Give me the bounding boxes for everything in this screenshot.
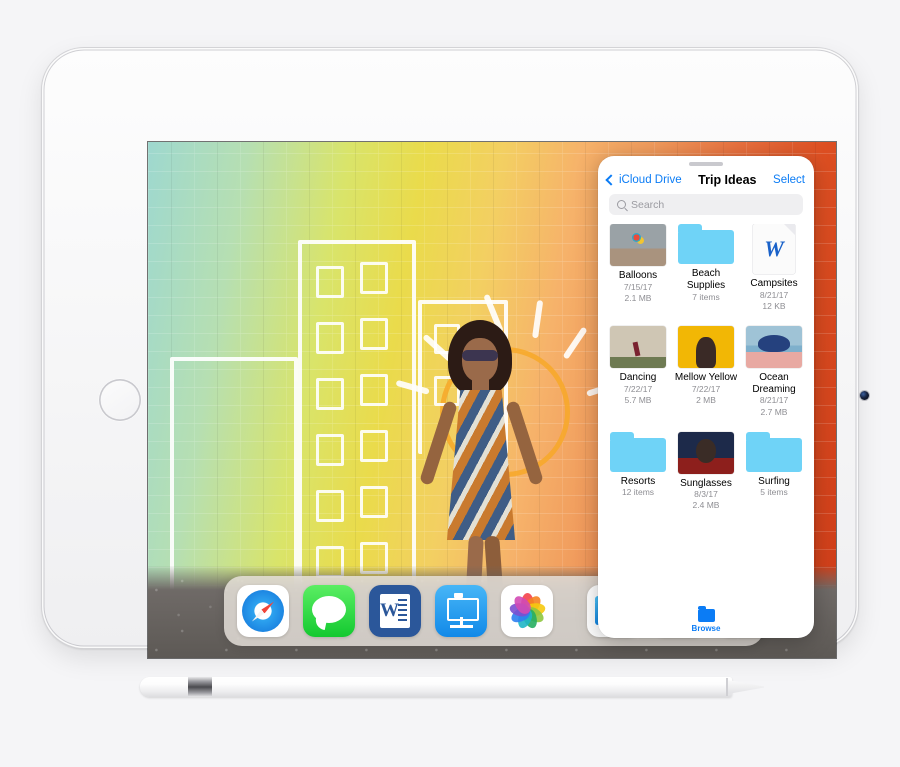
file-item-name: Ocean Dreaming xyxy=(752,371,796,395)
pencil-tip-seam xyxy=(726,678,728,696)
file-item[interactable]: W Campsites 8/21/17 12 KB xyxy=(742,224,806,312)
word-document-icon: W xyxy=(753,224,795,274)
file-item-date: 7/15/17 xyxy=(623,281,653,292)
file-item[interactable]: Mellow Yellow 7/22/17 2 MB xyxy=(674,325,738,418)
pencil-tip xyxy=(728,680,764,694)
file-item-name: Resorts xyxy=(620,475,656,487)
safari-icon xyxy=(242,590,284,632)
file-item-size: 5.7 MB xyxy=(624,394,652,405)
file-item-date: 7/22/17 xyxy=(623,383,653,394)
pencil-silver-band xyxy=(188,677,212,697)
file-item[interactable]: Resorts 12 items xyxy=(606,431,670,512)
file-item-date: 8/21/17 xyxy=(759,289,789,300)
back-button-label: iCloud Drive xyxy=(619,174,682,186)
file-item-size: 2.1 MB xyxy=(624,292,652,303)
tab-browse[interactable]: Browse xyxy=(691,606,721,633)
file-item-count: 7 items xyxy=(692,291,720,302)
dock-app-messages[interactable] xyxy=(303,585,355,637)
select-button[interactable]: Select xyxy=(773,174,805,186)
screenshot-stage: W iCloud Drive Trip Ideas Select Search … xyxy=(0,0,900,767)
file-item[interactable]: Beach Supplies 7 items xyxy=(674,224,738,312)
mural-figure-sunglasses xyxy=(462,350,498,361)
search-input[interactable]: Search xyxy=(609,194,803,215)
file-item[interactable]: Balloons 7/15/17 2.1 MB xyxy=(606,224,670,312)
dock-app-photos[interactable] xyxy=(501,585,553,637)
dock-app-word[interactable]: W xyxy=(369,585,421,637)
photo-thumbnail xyxy=(610,325,666,368)
search-icon xyxy=(617,200,626,209)
word-icon: W xyxy=(380,594,410,628)
folder-icon xyxy=(697,606,715,623)
file-item-size: 12 KB xyxy=(762,300,786,311)
file-item-date: 8/21/17 xyxy=(759,395,789,406)
file-item[interactable]: Surfing 5 items xyxy=(742,431,806,512)
folder-icon xyxy=(678,224,734,264)
file-item-date: 7/22/17 xyxy=(691,383,721,394)
search-placeholder: Search xyxy=(631,198,665,211)
file-item-size: 2.4 MB xyxy=(692,500,720,511)
dock-app-safari[interactable] xyxy=(237,585,289,637)
ipad-screen: W iCloud Drive Trip Ideas Select Search … xyxy=(148,142,836,658)
tab-browse-label: Browse xyxy=(691,623,721,633)
dock-app-keynote[interactable] xyxy=(435,585,487,637)
ipad-device: W iCloud Drive Trip Ideas Select Search … xyxy=(42,48,869,658)
photo-thumbnail xyxy=(610,224,666,266)
folder-icon xyxy=(746,431,802,472)
home-button[interactable] xyxy=(99,379,141,421)
file-item[interactable]: Dancing 7/22/17 5.7 MB xyxy=(606,325,670,418)
file-item-name: Campsites xyxy=(750,278,798,289)
folder-icon xyxy=(610,431,666,472)
apple-pencil xyxy=(140,672,764,702)
file-item-size: 2 MB xyxy=(696,394,716,405)
file-item-name: Beach Supplies xyxy=(686,268,726,291)
file-item-name: Mellow Yellow xyxy=(674,371,738,383)
file-item[interactable]: Sunglasses 8/3/17 2.4 MB xyxy=(674,431,738,512)
photo-thumbnail xyxy=(746,325,802,368)
file-item-name: Surfing xyxy=(758,475,790,487)
photo-thumbnail xyxy=(678,431,734,474)
chevron-left-icon xyxy=(605,174,617,186)
file-item-count: 12 items xyxy=(621,487,655,498)
file-item-count: 5 items xyxy=(760,487,788,498)
pencil-barrel xyxy=(140,677,732,697)
files-tab-bar: Browse xyxy=(598,604,814,638)
file-item-name: Sunglasses xyxy=(680,477,732,489)
back-button[interactable]: iCloud Drive xyxy=(605,174,682,186)
file-item[interactable]: Ocean Dreaming 8/21/17 2.7 MB xyxy=(742,325,806,418)
files-navigation-bar: iCloud Drive Trip Ideas Select xyxy=(598,166,814,193)
keynote-icon xyxy=(447,593,479,621)
file-grid: Balloons 7/15/17 2.1 MB Beach Supplies 7 ite… xyxy=(598,224,814,604)
files-slideover-panel: iCloud Drive Trip Ideas Select Search Ba… xyxy=(598,156,814,638)
file-item-size: 2.7 MB xyxy=(760,406,788,417)
file-item-date: 8/3/17 xyxy=(694,489,718,500)
messages-icon xyxy=(312,596,346,623)
file-item-name: Dancing xyxy=(619,371,657,383)
file-item-name: Balloons xyxy=(618,270,658,281)
front-camera xyxy=(860,391,869,400)
page-title: Trip Ideas xyxy=(698,173,757,187)
photo-thumbnail xyxy=(678,325,734,368)
